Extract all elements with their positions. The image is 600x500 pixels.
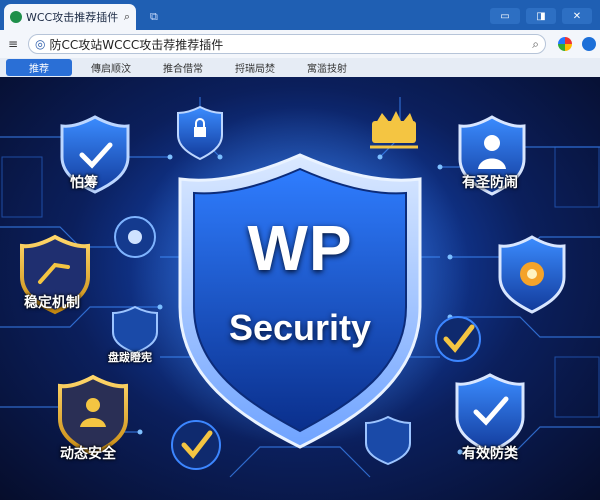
label-top-left: 怕筹 <box>70 175 98 191</box>
address-bar[interactable]: ◎ 防CC攻站WCCC攻击荐推荐插件 ⌕ <box>28 34 546 54</box>
minimize-icon[interactable]: ▭ <box>490 8 520 24</box>
hero-art <box>0 97 600 478</box>
nav-tab-4[interactable]: 寓滥技射 <box>294 59 360 76</box>
main-subtitle: Security <box>228 307 372 348</box>
nav-tab-3[interactable]: 捋瑞局焚 <box>222 59 288 76</box>
tab-title: WCC攻击推荐插件 <box>26 11 119 24</box>
close-icon[interactable]: ✕ <box>562 8 592 24</box>
label-bottom-left: 动态安全 <box>60 446 116 462</box>
label-center-left-small: 盘跋瞪宪 <box>108 351 152 364</box>
menu-icon[interactable]: ≡ <box>0 37 26 51</box>
browser-titlebar: WCC攻击推荐插件 ⌕ ⧉ ▭ ◨ ✕ <box>0 0 600 30</box>
crown-badge <box>370 111 418 149</box>
label-bottom-right: 有效防类 <box>462 446 518 462</box>
new-tab-icon[interactable]: ⧉ <box>150 10 158 24</box>
shield-bottom-center-right <box>365 415 411 466</box>
window-controls: ▭ ◨ ✕ <box>490 8 600 30</box>
nav-tab-0[interactable]: 推荐 <box>6 59 72 76</box>
shield-bottom-right <box>455 373 525 454</box>
label-top-right: 有圣防闹 <box>462 175 518 191</box>
nav-tab-1[interactable]: 傳启顺汶 <box>78 59 144 76</box>
nav-tabs: 推荐 傳启顺汶 推合借常 捋瑞局焚 寓滥技射 <box>0 58 600 78</box>
profile-icon[interactable] <box>582 37 596 51</box>
check-circle-bottom <box>171 420 221 470</box>
main-title: WP <box>247 212 353 284</box>
label-mid-left: 稳定机制 <box>24 295 80 311</box>
maximize-icon[interactable]: ◨ <box>526 8 556 24</box>
nav-tab-2[interactable]: 推合借常 <box>150 59 216 76</box>
address-text[interactable]: 防CC攻站WCCC攻击荐推荐插件 <box>49 36 532 53</box>
globe-icon <box>10 11 22 23</box>
hero-image: WP Security 怕筹 有圣防闹 稳定机制 盘跋瞪宪 动态安全 有效防类 <box>0 77 600 500</box>
extension-icon[interactable] <box>558 37 572 51</box>
browser-toolbar: ≡ ◎ 防CC攻站WCCC攻击荐推荐插件 ⌕ <box>0 30 600 58</box>
browser-tab[interactable]: WCC攻击推荐插件 ⌕ <box>4 4 136 30</box>
search-icon[interactable]: ⌕ <box>532 37 539 52</box>
search-icon[interactable]: ⌕ <box>124 10 130 24</box>
search-icon: ◎ <box>35 37 46 51</box>
